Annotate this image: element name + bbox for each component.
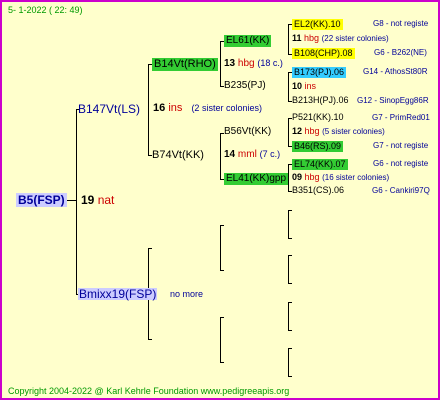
- grandparent-queen-1-desc: hbg: [237, 58, 255, 69]
- g4-info-2-number: 10: [292, 81, 303, 91]
- g4-info-1-desc: hbg: [304, 33, 320, 43]
- mother-queen[interactable]: Bmixx19(FSP): [78, 288, 158, 300]
- father-queen-desc: ins: [168, 102, 183, 114]
- g4-info-4-number: 09: [292, 172, 303, 182]
- connector: [148, 339, 152, 340]
- grandparent-queen-1-info: 13 hbg (18 c.): [224, 59, 283, 69]
- g4-queen-1[interactable]: EL2(KK).10: [292, 19, 343, 30]
- root-queen-code: B5(FSP): [16, 193, 67, 207]
- g4-info-1-number: 11: [292, 33, 302, 43]
- connector: [288, 210, 292, 211]
- connector: [220, 41, 221, 86]
- connector: [220, 270, 224, 271]
- grandparent-queen-2-number: 14: [224, 149, 236, 160]
- g4-queen-5[interactable]: P521(KK).10: [292, 113, 344, 122]
- grandparent-queen-2-desc: mml: [237, 149, 257, 160]
- connector: [148, 248, 152, 249]
- g4-info-3-note: (5 sister colonies): [322, 127, 385, 136]
- copyright-footer: Copyright 2004-2022 @ Karl Kehrle Founda…: [8, 386, 290, 396]
- g4-ref-6[interactable]: G7 - not registe: [373, 142, 428, 150]
- g4-info-3-number: 12: [292, 126, 303, 136]
- g4-info-1: 11 hbg (22 sister colonies): [292, 34, 389, 43]
- connector: [288, 348, 289, 376]
- grandparent-queen-2-note: (7 c.): [259, 149, 281, 159]
- grandparent-queen-1-note: (18 c.): [257, 58, 283, 68]
- connector: [148, 64, 149, 155]
- grandparent-queen-2-info: 14 mml (7 c.): [224, 150, 280, 160]
- g4-info-4: 09 hbg (16 sister colonies): [292, 173, 389, 182]
- connector: [220, 225, 224, 226]
- g4-info-4-note: (16 sister colonies): [322, 173, 390, 182]
- g4-ref-7[interactable]: G6 - not registe: [373, 160, 428, 168]
- connector: [288, 255, 292, 256]
- connector: [288, 302, 292, 303]
- connector: [220, 317, 221, 362]
- father-queen-note: (2 sister colonies): [191, 103, 262, 113]
- root-queen-info: 19 nat: [81, 194, 114, 206]
- connector: [288, 255, 289, 283]
- connector: [66, 200, 76, 201]
- g4-ref-8[interactable]: G6 - Cankiri97Q: [372, 187, 430, 195]
- g4-info-2-desc: ins: [304, 81, 317, 91]
- g4-queen-4[interactable]: B213H(PJ).06: [292, 96, 349, 105]
- connector: [76, 109, 77, 294]
- root-queen-number: 19: [81, 193, 95, 207]
- g3-queen-2[interactable]: B235(PJ): [224, 81, 266, 91]
- connector: [288, 24, 289, 54]
- connector: [288, 302, 289, 330]
- grandparent-queen-1[interactable]: B14Vt(RHO): [152, 58, 218, 71]
- father-queen[interactable]: B147Vt(LS): [78, 103, 140, 115]
- connector: [288, 330, 292, 331]
- g4-ref-2[interactable]: G6 - B262(NE): [374, 49, 427, 57]
- g4-queen-8[interactable]: B351(CS).06: [292, 186, 344, 195]
- connector: [288, 118, 289, 146]
- connector: [288, 72, 289, 101]
- date-header: 5- 1-2022 ( 22: 49): [8, 5, 83, 15]
- connector: [288, 348, 292, 349]
- g4-info-1-note: (22 sister colonies): [321, 34, 389, 43]
- connector: [220, 133, 221, 179]
- g4-ref-1[interactable]: G8 - not registe: [373, 20, 428, 28]
- connector: [220, 317, 224, 318]
- g4-ref-3[interactable]: G14 - AthosSt80R: [363, 68, 427, 76]
- pedigree-frame: 5- 1-2022 ( 22: 49) Copyright 2004-2022 …: [0, 0, 440, 400]
- connector: [220, 362, 224, 363]
- connector: [288, 238, 292, 239]
- father-queen-number: 16: [153, 102, 166, 114]
- g4-queen-7[interactable]: EL74(KK).07: [292, 159, 348, 170]
- connector: [220, 225, 221, 270]
- connector: [288, 210, 289, 238]
- grandparent-queen-1-number: 13: [224, 58, 236, 69]
- g3-queen-1[interactable]: EL61(KK): [224, 35, 272, 47]
- root-queen[interactable]: B5(FSP): [16, 193, 67, 207]
- father-queen-info: 16 ins (2 sister colonies): [153, 103, 262, 114]
- connector: [288, 164, 289, 191]
- connector: [288, 376, 292, 377]
- g4-info-4-desc: hbg: [304, 172, 320, 182]
- g4-ref-5[interactable]: G7 - PrimRed01: [372, 114, 430, 122]
- g4-ref-4[interactable]: G12 - SinopEgg86R: [357, 97, 429, 105]
- mother-queen-note: no more: [170, 289, 204, 299]
- g3-queen-3[interactable]: B56Vt(KK): [224, 127, 271, 137]
- g4-queen-3[interactable]: B173(PJ).06: [292, 67, 347, 78]
- g4-queen-2[interactable]: B108(CHP).08: [292, 48, 355, 59]
- g4-info-2: 10 ins: [292, 82, 316, 91]
- g4-info-3: 12 hbg (5 sister colonies): [292, 127, 385, 136]
- g4-queen-6[interactable]: B46(RS).09: [292, 141, 344, 152]
- grandparent-queen-2[interactable]: B74Vt(KK): [152, 150, 204, 161]
- g3-queen-4[interactable]: EL41(KK)gpp: [224, 173, 289, 185]
- root-queen-desc: nat: [97, 193, 115, 207]
- connector: [288, 283, 292, 284]
- g4-info-3-desc: hbg: [304, 126, 320, 136]
